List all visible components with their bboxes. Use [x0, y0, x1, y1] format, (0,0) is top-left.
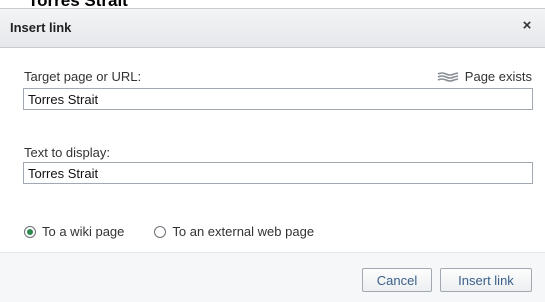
- page-exists-text: Page exists: [464, 69, 532, 84]
- text-to-display-label: Text to display:: [24, 145, 110, 160]
- external-page-radio[interactable]: [154, 225, 167, 238]
- page-exists-status: Page exists: [437, 69, 532, 84]
- target-page-label: Target page or URL:: [24, 69, 142, 84]
- background-heading-text: Torres Strait: [28, 0, 128, 8]
- dialog-titlebar: Insert link ×: [0, 9, 545, 48]
- page-exists-icon: [437, 71, 459, 83]
- background-page-heading: Torres Strait: [0, 0, 545, 8]
- wiki-page-label: To a wiki page: [42, 224, 125, 239]
- cancel-button[interactable]: Cancel: [362, 268, 432, 292]
- wiki-page-option[interactable]: To a wiki page: [24, 224, 124, 239]
- wiki-page-radio[interactable]: [24, 225, 36, 238]
- target-page-input[interactable]: [23, 88, 533, 110]
- dialog-title: Insert link: [10, 20, 72, 35]
- external-page-option[interactable]: To an external web page: [154, 224, 314, 239]
- text-to-display-input[interactable]: [23, 162, 533, 184]
- insert-link-button[interactable]: Insert link: [440, 268, 532, 292]
- close-icon[interactable]: ×: [519, 18, 535, 34]
- link-type-options: To a wiki page To an external web page: [24, 224, 314, 239]
- external-page-label: To an external web page: [172, 224, 315, 239]
